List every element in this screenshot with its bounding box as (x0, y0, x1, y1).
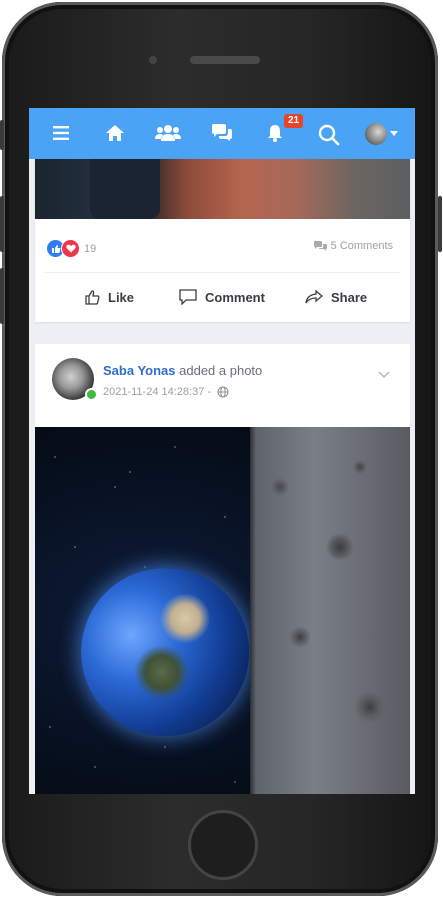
like-label: Like (108, 289, 135, 305)
comments-icon (313, 241, 327, 251)
chevron-down-icon[interactable] (390, 131, 398, 136)
previous-post-card: 19 5 Comments Like Comment Share (35, 159, 410, 322)
volume-down-button (0, 268, 4, 324)
home-button[interactable] (188, 810, 258, 880)
comments-count-label: 5 Comments (330, 240, 393, 252)
reaction-count: 19 (84, 242, 97, 255)
comments-count-link[interactable]: 5 Comments (313, 240, 393, 252)
volume-up-button (0, 196, 4, 252)
power-button (438, 196, 442, 252)
share-button[interactable]: Share (305, 284, 367, 310)
home-icon[interactable] (102, 120, 128, 146)
moon-surface-image (250, 427, 410, 794)
menu-icon[interactable] (48, 120, 74, 146)
post-actions: Like Comment Share (35, 284, 410, 310)
comment-button[interactable]: Comment (179, 284, 265, 310)
photo-figure (90, 159, 160, 219)
reaction-summary[interactable]: 19 (47, 239, 96, 258)
share-icon (305, 290, 323, 304)
mute-switch (0, 120, 4, 150)
earth-image (81, 568, 249, 736)
share-label: Share (331, 289, 368, 305)
app-screen: 21 19 5 Comments Like Comment Share Saba… (29, 108, 415, 794)
post-action-text: added a photo (179, 363, 263, 378)
globe-icon (217, 386, 229, 398)
post-options-chevron-icon[interactable] (378, 366, 390, 384)
front-camera (149, 56, 157, 64)
post-photo[interactable] (35, 427, 410, 794)
earpiece-speaker (190, 56, 260, 64)
friends-icon[interactable] (155, 120, 181, 146)
notification-count-badge: 21 (284, 114, 304, 128)
post-meta: 2021-11-24 14:28:37 - (103, 386, 229, 398)
top-navigation-bar: 21 (29, 108, 415, 159)
author-name-link[interactable]: Saba Yonas (103, 363, 176, 378)
messages-icon[interactable] (209, 120, 235, 146)
divider (45, 272, 400, 273)
online-status-indicator (85, 388, 98, 401)
like-button[interactable]: Like (85, 284, 134, 310)
profile-avatar[interactable] (365, 123, 387, 145)
search-icon[interactable] (316, 122, 342, 148)
previous-post-photo[interactable] (35, 159, 410, 219)
love-reaction-icon (61, 239, 80, 258)
comment-label: Comment (205, 289, 265, 305)
comment-icon (179, 289, 197, 305)
thumbs-up-icon (85, 289, 100, 305)
post-card: Saba Yonas added a photo 2021-11-24 14:2… (35, 344, 410, 794)
post-timestamp[interactable]: 2021-11-24 14:28:37 - (103, 386, 211, 398)
post-header-text: Saba Yonas added a photo (103, 363, 262, 378)
